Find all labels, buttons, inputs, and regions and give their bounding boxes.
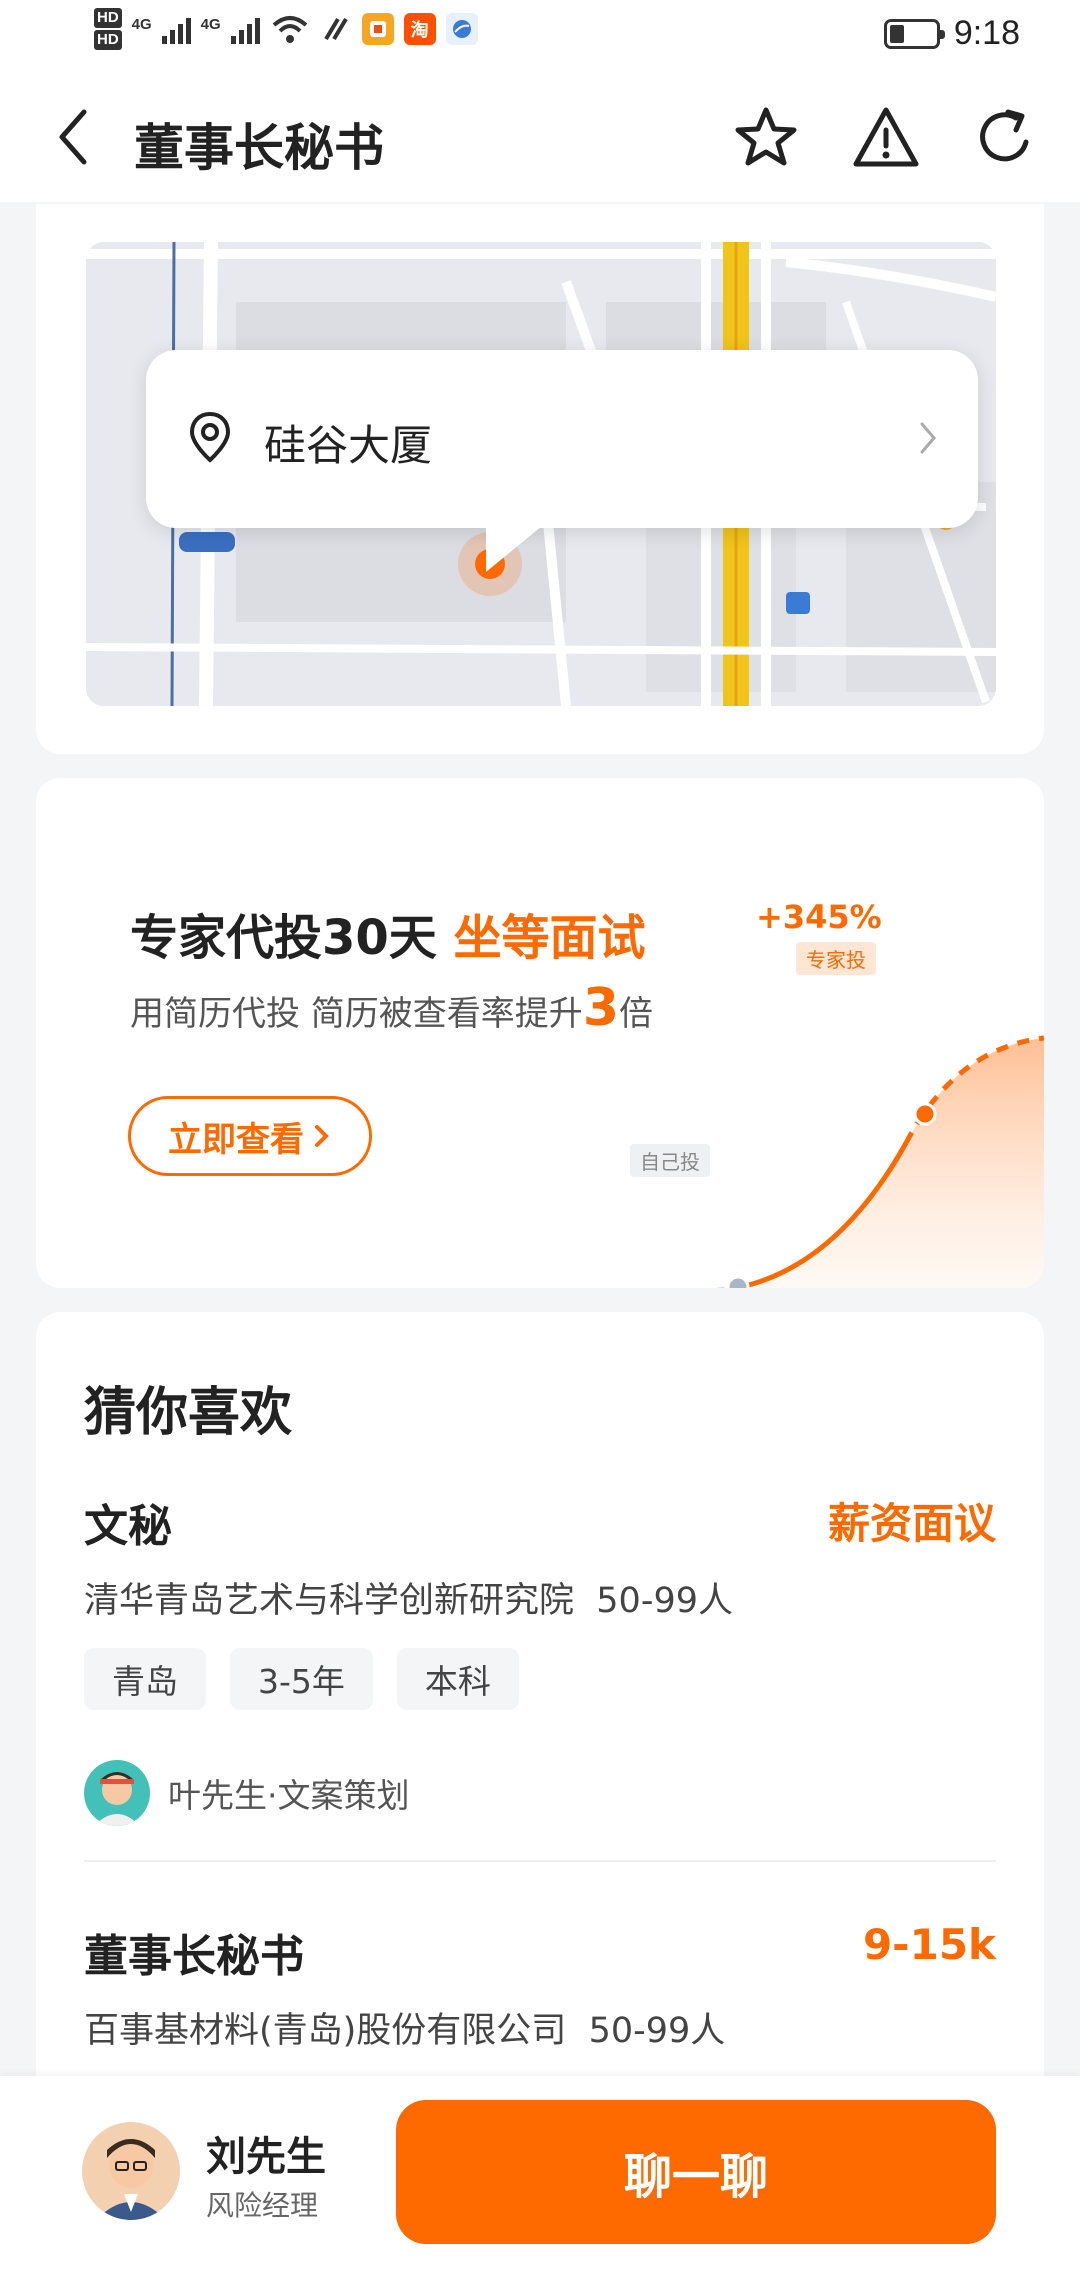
hd-indicator-1: HD (94, 8, 122, 28)
hr-name: 刘先生 (206, 2134, 326, 2180)
battery-icon (883, 18, 945, 49)
hd-indicators: HD HD (94, 8, 122, 50)
recommend-title: 猜你喜欢 (84, 1383, 293, 1443)
location-name: 硅谷大厦 (264, 421, 433, 470)
page-title: 董事长秘书 (134, 119, 384, 177)
view-now-label: 立即查看 (168, 1119, 304, 1160)
recommend-card: 猜你喜欢 文秘 薪资面议 清华青岛艺术与科学创新研究院 50-99人 青岛 3-… (36, 1312, 1044, 2112)
job-title: 董事长秘书 (84, 1931, 304, 1982)
clock: 9:18 (953, 14, 1020, 52)
browser-notification-icon (445, 13, 478, 45)
chat-button[interactable]: 聊一聊 (396, 2100, 996, 2244)
job-company: 百事基材料(青岛)股份有限公司 50-99人 (84, 2002, 725, 2053)
divider (84, 1860, 996, 1862)
signal-icon-2: 4G (201, 14, 260, 44)
job-recruiter: 叶先生·文案策划 (84, 1760, 410, 1826)
job-salary: 薪资面议 (827, 1499, 996, 1548)
recruiter-name: 叶先生·文案策划 (168, 1776, 410, 1815)
hd-indicator-2: HD (94, 30, 122, 50)
status-right: 9:18 (883, 14, 1020, 53)
company-name: 清华青岛艺术与科学创新研究院 (84, 1581, 575, 1621)
app-notification-icon-1 (361, 13, 394, 45)
job-item[interactable]: 文秘 薪资面议 清华青岛艺术与科学创新研究院 50-99人 青岛 3-5年 本科… (84, 1490, 996, 1840)
company-size: 50-99人 (588, 2011, 726, 2051)
popup-tail (486, 526, 542, 572)
nav-bar: 董事长秘书 (0, 72, 1080, 202)
bottom-bar: 刘先生 风险经理 聊一聊 (0, 2076, 1080, 2280)
job-tag-location: 青岛 (84, 1648, 206, 1710)
job-tag-experience: 3-5年 (230, 1648, 373, 1710)
network-type-2: 4G (200, 16, 221, 33)
job-item[interactable]: 董事长秘书 9-15k 百事基材料(青岛)股份有限公司 50-99人 (84, 1920, 996, 2100)
promo-title-highlight: 坐等面试 (453, 910, 646, 966)
expert-tag: 专家投 (796, 942, 876, 975)
nfc-icon (323, 17, 348, 41)
promo-title-main: 专家代投30天 (130, 910, 437, 966)
location-card: 硅谷大厦 (36, 204, 1044, 754)
signal-icon-1: 4G (132, 14, 191, 44)
company-name: 百事基材料(青岛)股份有限公司 (84, 2011, 567, 2051)
wifi-icon (272, 16, 307, 43)
job-salary: 9-15k (862, 1920, 996, 1969)
recruiter-avatar (84, 1760, 150, 1826)
chevron-right-icon (315, 1125, 329, 1147)
back-icon[interactable] (50, 104, 100, 170)
location-pin-icon (189, 411, 231, 463)
job-tags: 青岛 3-5年 本科 (84, 1648, 519, 1710)
self-tag: 自己投 (630, 1144, 710, 1177)
company-size: 50-99人 (596, 1581, 733, 1621)
hr-role: 风险经理 (206, 2189, 319, 2222)
promo-banner[interactable]: 专家代投30天 坐等面试 用简历代投 简历被查看率提升3倍 立即查看 +345%… (36, 778, 1044, 1288)
chevron-right-icon (920, 422, 936, 454)
report-warning-icon[interactable] (850, 102, 922, 174)
share-icon[interactable] (970, 102, 1042, 174)
location-popup[interactable]: 硅谷大厦 (146, 350, 978, 528)
network-type-1: 4G (131, 16, 152, 33)
growth-percent: +345% (756, 898, 882, 936)
promo-multiplier: 3 (582, 978, 619, 1038)
job-company: 清华青岛艺术与科学创新研究院 50-99人 (84, 1572, 733, 1623)
view-now-button[interactable]: 立即查看 (128, 1096, 372, 1176)
job-title: 文秘 (84, 1501, 172, 1552)
status-left: HD HD 4G 4G 淘 (94, 8, 478, 50)
promo-subtitle: 用简历代投 简历被查看率提升3倍 (130, 978, 653, 1038)
hr-avatar[interactable] (82, 2122, 180, 2220)
promo-sub-suffix: 倍 (619, 994, 653, 1034)
promo-sub-text: 用简历代投 简历被查看率提升 (130, 994, 583, 1034)
status-bar: HD HD 4G 4G 淘 9:18 (0, 0, 1080, 72)
taobao-notification-icon: 淘 (403, 13, 436, 45)
promo-title: 专家代投30天 坐等面试 (130, 898, 646, 968)
favorite-star-icon[interactable] (730, 102, 802, 174)
job-tag-education: 本科 (396, 1648, 519, 1710)
